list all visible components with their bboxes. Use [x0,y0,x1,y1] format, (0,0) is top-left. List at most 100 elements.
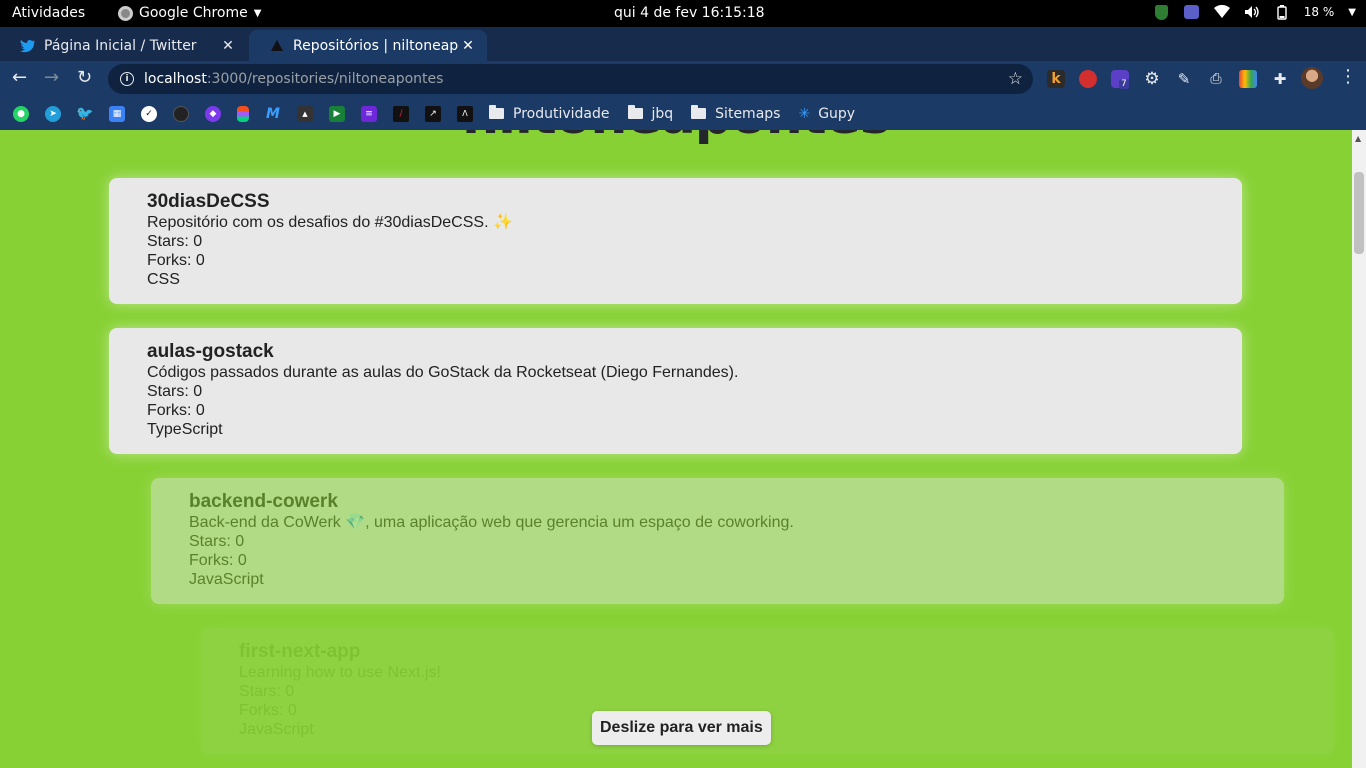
menu-kebab-icon[interactable]: ⋮ [1339,66,1357,87]
twitter-bookmark-icon[interactable]: 🐦 [76,106,93,122]
profile-avatar[interactable] [1301,67,1323,89]
page-viewport[interactable]: niltoneapontes 30diasDeCSS Repositório c… [0,130,1352,768]
repository-name: backend-cowerk [189,491,338,512]
arrow-app-icon[interactable]: ↗ [425,105,441,122]
stack-icon[interactable]: ≡ [361,105,377,122]
teams-icon[interactable] [1184,4,1200,20]
url-path: :3000/repositories/niltoneapontes [206,71,444,87]
scroll-hint: Deslize para ver mais [592,711,771,745]
tab-strip: Página Inicial / Twitter ✕ Repositórios … [0,27,1366,80]
check-icon[interactable]: ✓ [141,105,157,122]
clock[interactable]: qui 4 de fev 16:15:18 [614,5,765,21]
repository-card[interactable]: aulas-gostack Códigos passados durante a… [109,328,1242,454]
bookmark-folder-produtividade[interactable]: Produtividade [489,105,610,122]
system-top-bar: Atividades Google Chrome ▼ qui 4 de fev … [0,0,1366,27]
app-menu-label: Google Chrome [139,5,248,21]
caret-down-icon: ▼ [253,7,262,19]
bookmark-label: Gupy [818,105,856,122]
bookmark-gupy[interactable]: ✳ Gupy [798,106,855,122]
purple-app-icon[interactable]: ◆ [205,105,221,122]
activities-button[interactable]: Atividades [12,5,85,21]
settings-gear-icon[interactable]: ⚙ [1143,70,1161,88]
repository-forks: Forks: 0 [147,252,205,269]
vercel-icon [269,38,285,54]
bookmarks-bar: ● ➤ 🐦 ▦ ✓ ◆ M ▲ ▶ ≡ / ↗ Λ Produtividade … [0,97,1366,130]
repository-stars: Stars: 0 [147,233,203,250]
wifi-icon[interactable] [1213,4,1230,20]
system-menu-caret-icon[interactable]: ▼ [1348,7,1356,18]
repository-forks: Forks: 0 [239,702,297,719]
repository-stars: Stars: 0 [147,383,203,400]
telegram-icon[interactable]: ➤ [45,105,61,122]
repository-forks: Forks: 0 [189,552,247,569]
slash-app-icon[interactable]: / [393,105,409,122]
repository-stars: Stars: 0 [189,533,245,550]
repository-description: Repositório com os desafios do #30diasDe… [147,214,513,231]
repository-card[interactable]: backend-cowerk Back-end da CoWerk 💎, uma… [151,478,1284,604]
repository-language: JavaScript [239,721,314,738]
tab-title: Repositórios | niltoneapontes [293,37,459,54]
calendar-icon[interactable]: ▦ [109,105,125,122]
meet-icon[interactable]: ▶ [329,105,345,122]
extension-badge: 7 [1119,79,1129,89]
bookmark-folder-label: Produtividade [513,105,610,122]
repository-description: Learning how to use Next.js! [239,664,441,681]
app-menu[interactable]: Google Chrome ▼ [118,5,261,21]
forward-icon[interactable]: → [44,67,59,88]
back-icon[interactable]: ← [12,67,27,88]
address-bar[interactable]: i localhost:3000/repositories/niltoneapo… [108,64,1033,94]
folder-icon [627,105,643,119]
color-extension-icon[interactable] [1239,70,1257,88]
rocket-app-icon[interactable]: ▲ [297,105,313,122]
gem-icon: 💎 [345,514,366,531]
repository-name: first-next-app [239,641,361,662]
repository-language: CSS [147,271,180,288]
shield-icon[interactable] [1154,4,1170,20]
reload-icon[interactable]: ↻ [77,67,92,88]
bookmark-folder-sitemaps[interactable]: Sitemaps [691,105,781,122]
repository-stars: Stars: 0 [239,683,295,700]
extension-puzzle-badge-icon[interactable]: 7 [1111,70,1129,89]
tab-title: Página Inicial / Twitter [44,37,197,54]
bookmark-folder-label: jbq [651,105,674,122]
pen-extension-icon[interactable]: ✎ [1175,70,1193,88]
folder-icon [489,105,504,119]
battery-icon[interactable] [1274,4,1290,20]
scroll-up-icon[interactable]: ▲ [1355,134,1361,143]
extension-k-icon[interactable]: k [1047,70,1065,88]
repository-card[interactable]: 30diasDeCSS Repositório com os desafios … [109,178,1242,304]
close-icon[interactable]: ✕ [219,38,237,54]
tab-twitter[interactable]: Página Inicial / Twitter ✕ [0,30,247,61]
sparkles-icon: ✨ [492,214,513,231]
repository-language: JavaScript [189,571,264,588]
adblock-icon[interactable] [1079,70,1097,88]
site-info-icon[interactable]: i [120,72,134,86]
extensions-puzzle-icon[interactable]: ✚ [1271,70,1289,88]
scrollbar-thumb[interactable] [1354,172,1364,254]
url-host: localhost [144,71,207,87]
medium-m-icon[interactable]: M [265,106,281,122]
battery-percentage: 18 % [1303,5,1335,19]
lambda-icon[interactable]: Λ [457,105,473,122]
bookmark-folder-jbq[interactable]: jbq [627,105,674,122]
bookmark-star-icon[interactable]: ☆ [1008,69,1023,89]
volume-icon[interactable] [1244,4,1260,20]
figma-icon[interactable] [237,105,249,122]
system-tray[interactable]: 18 % ▼ [1154,4,1356,20]
bookmark-folder-label: Sitemaps [715,105,781,122]
page-title: niltoneapontes [0,130,1352,146]
repository-name: aulas-gostack [147,341,274,362]
repository-name: 30diasDeCSS [147,191,270,212]
repository-description: Back-end da CoWerk 💎, uma aplicação web … [189,514,794,531]
print-icon[interactable]: ⎙ [1207,70,1225,88]
folder-icon [691,105,707,119]
page-scrollbar[interactable]: ▲ [1352,130,1366,768]
twitter-icon [20,38,36,54]
tab-repositorios[interactable]: Repositórios | niltoneapontes ✕ [249,30,487,61]
repository-language: TypeScript [147,421,223,438]
gupy-icon: ✳ [798,105,811,122]
browser-toolbar: ← → ↻ i localhost:3000/repositories/nilt… [0,61,1366,97]
whatsapp-icon[interactable]: ● [13,105,29,122]
close-icon[interactable]: ✕ [459,38,477,54]
github-icon[interactable] [173,105,189,122]
